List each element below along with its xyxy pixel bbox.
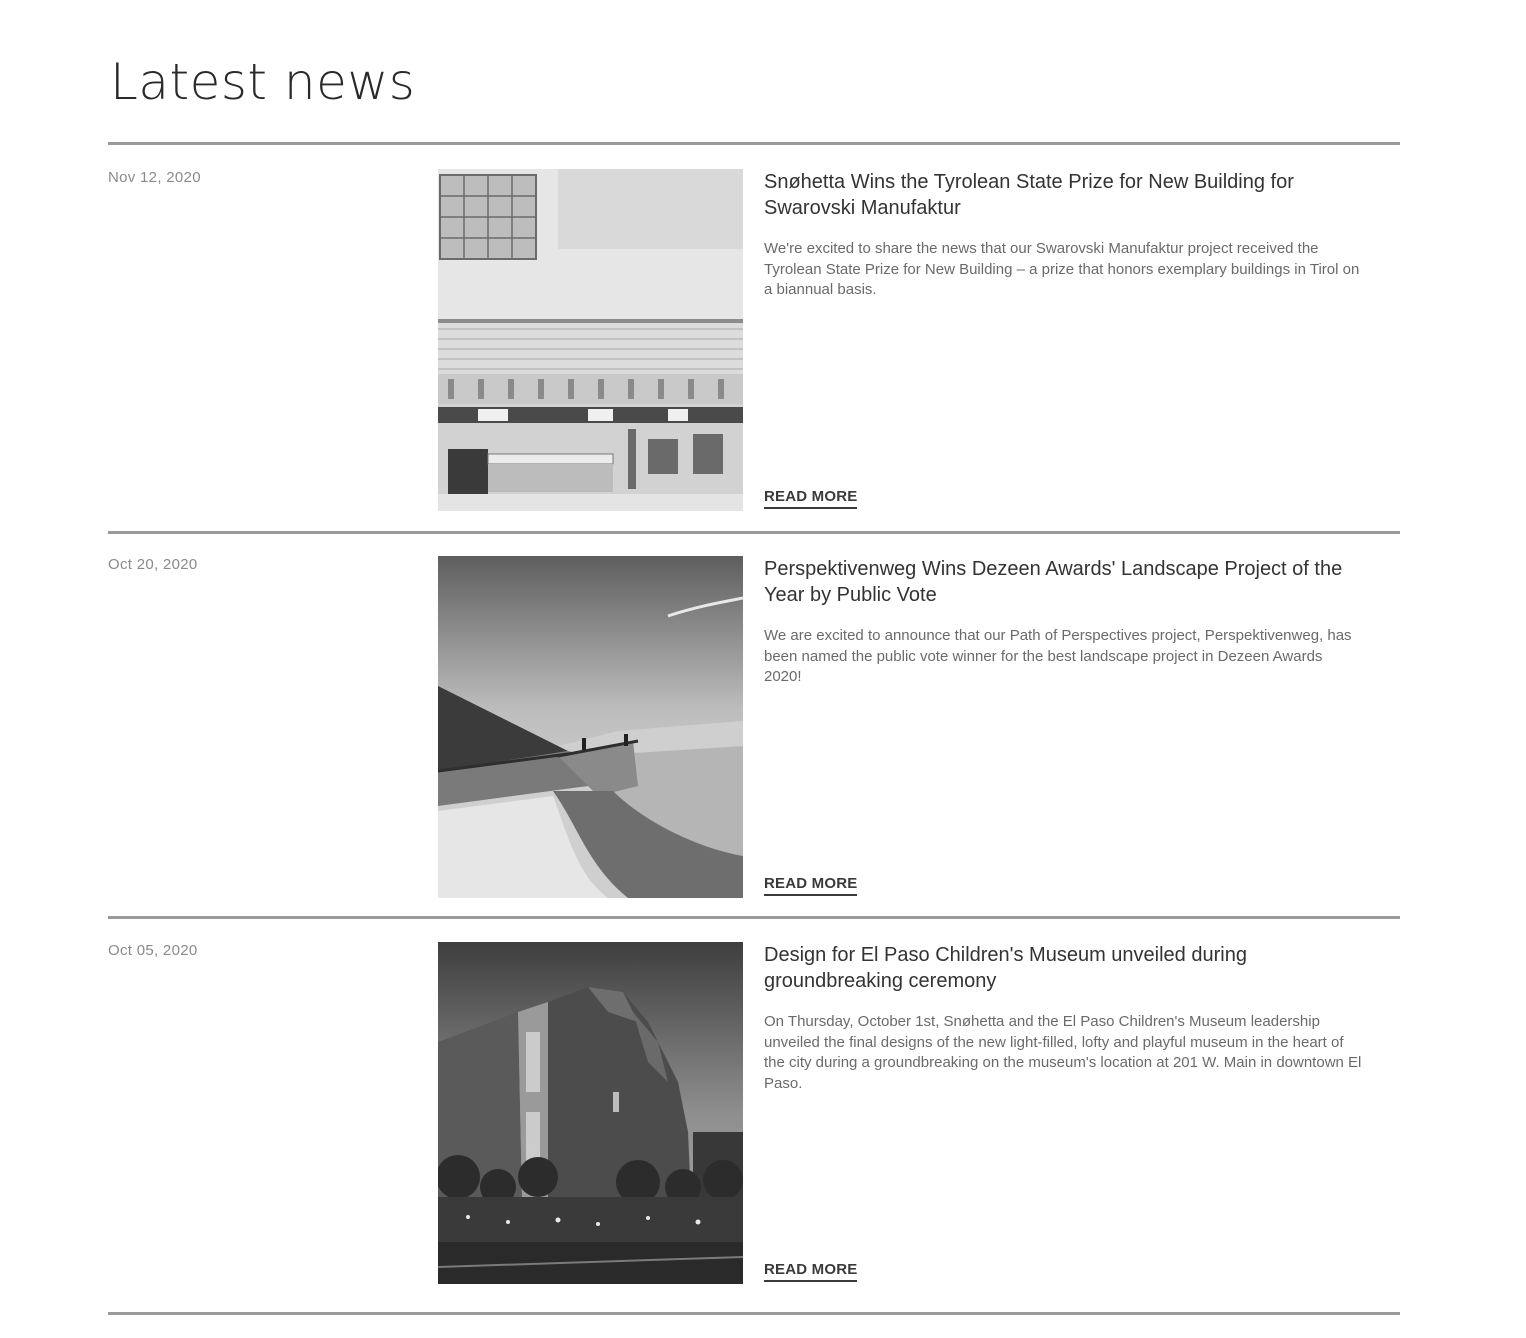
read-more-link[interactable]: READ MORE <box>764 488 858 509</box>
news-excerpt: We're excited to share the news that our… <box>764 240 1360 298</box>
news-text: Design for El Paso Children's Museum unv… <box>764 942 1384 1284</box>
news-image-interior[interactable] <box>438 169 743 511</box>
section-title: Latest news <box>110 53 416 111</box>
news-headline[interactable]: Perspektivenweg Wins Dezeen Awards' Land… <box>764 556 1384 608</box>
news-image-landscape[interactable] <box>438 556 743 898</box>
news-page: Latest news Nov 12, 2020 Snøhetta Wins t… <box>0 0 1526 1338</box>
landscape-path-photo-icon <box>438 556 743 898</box>
news-item: Oct 05, 2020 Design for El Paso Children… <box>108 918 1400 1304</box>
news-item: Nov 12, 2020 Snøhetta Wins the Tyrolean … <box>108 145 1400 531</box>
news-headline[interactable]: Snøhetta Wins the Tyrolean State Prize f… <box>764 169 1384 221</box>
news-date: Nov 12, 2020 <box>108 169 201 186</box>
news-item: Oct 20, 2020 Perspektivenweg Wins Dezeen… <box>108 532 1400 918</box>
museum-exterior-photo-icon <box>438 942 743 1284</box>
news-headline[interactable]: Design for El Paso Children's Museum unv… <box>764 942 1384 994</box>
news-excerpt: On Thursday, October 1st, Snøhetta and t… <box>764 1013 1362 1092</box>
divider <box>108 1312 1400 1315</box>
news-date: Oct 20, 2020 <box>108 556 198 573</box>
read-more-link[interactable]: READ MORE <box>764 875 858 896</box>
news-date: Oct 05, 2020 <box>108 942 198 959</box>
architecture-interior-photo-icon <box>438 169 743 511</box>
news-text: Perspektivenweg Wins Dezeen Awards' Land… <box>764 556 1384 898</box>
news-text: Snøhetta Wins the Tyrolean State Prize f… <box>764 169 1384 511</box>
news-image-museum[interactable] <box>438 942 743 1284</box>
read-more-link[interactable]: READ MORE <box>764 1261 858 1282</box>
news-excerpt: We are excited to announce that our Path… <box>764 627 1352 685</box>
